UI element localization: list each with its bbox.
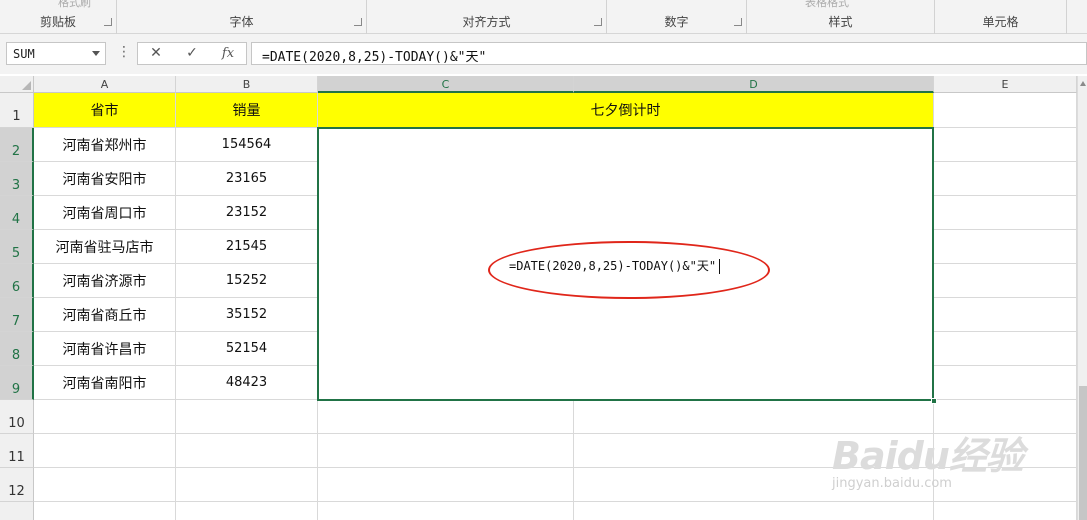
ribbon-group-label: 字体	[229, 15, 254, 29]
red-ellipse-annotation	[488, 241, 770, 299]
cell-empty[interactable]	[934, 332, 1077, 366]
merged-cell-c2-d9-active[interactable]: =DATE(2020,8,25)-TODAY()&"天"	[317, 127, 937, 404]
row-header[interactable]: 8	[0, 332, 34, 366]
ribbon-group-label: 对齐方式	[462, 15, 511, 29]
cell-c1-merged-header[interactable]: 七夕倒计时	[318, 93, 934, 128]
ribbon-group-styles[interactable]: 表格格式 样式	[747, 0, 935, 34]
cell-sales[interactable]: 23152	[176, 196, 318, 230]
scrollbar-thumb[interactable]	[1079, 386, 1087, 520]
row-header[interactable]: 7	[0, 298, 34, 332]
row-header[interactable]: 12	[0, 468, 34, 502]
cell-city[interactable]: 河南省驻马店市	[34, 230, 176, 264]
cell-empty[interactable]	[318, 502, 574, 520]
formula-bar-row: SUM ⋮ ✕ ✓ fx =DATE(2020,8,25)-TODAY()&"天…	[0, 34, 1087, 74]
cell-empty[interactable]	[574, 502, 934, 520]
dialog-launcher-icon[interactable]	[734, 18, 742, 26]
cell-empty[interactable]	[934, 93, 1077, 128]
formula-input[interactable]: =DATE(2020,8,25)-TODAY()&"天"	[251, 42, 1087, 65]
cell-sales[interactable]: 23165	[176, 162, 318, 196]
cell-empty[interactable]	[934, 196, 1077, 230]
column-header-a[interactable]: A	[34, 76, 176, 93]
insert-function-icon[interactable]: fx	[210, 43, 246, 64]
ribbon-group-label: 剪贴板	[39, 15, 76, 29]
cell-sales[interactable]: 35152	[176, 298, 318, 332]
watermark-logo: Baidu经验	[832, 434, 1024, 478]
cell-sales[interactable]: 52154	[176, 332, 318, 366]
cell-empty[interactable]	[176, 502, 318, 520]
cell-empty[interactable]	[318, 434, 574, 468]
ribbon-group-number[interactable]: 数字	[607, 0, 747, 34]
vertical-scrollbar[interactable]	[1077, 76, 1087, 520]
dialog-launcher-icon[interactable]	[594, 18, 602, 26]
cell-sales[interactable]: 21545	[176, 230, 318, 264]
cell-sales[interactable]: 48423	[176, 366, 318, 400]
row-header[interactable]: 1	[0, 93, 34, 128]
cell-sales[interactable]: 154564	[176, 128, 318, 162]
row-header[interactable]: 6	[0, 264, 34, 298]
column-header-b[interactable]: B	[176, 76, 318, 93]
enter-icon[interactable]: ✓	[174, 43, 210, 64]
ribbon-faded-format-painter: 格式刷	[58, 0, 91, 9]
ribbon-group-cells[interactable]: 单元格	[935, 0, 1067, 34]
cell-empty[interactable]	[34, 400, 176, 434]
cell-empty[interactable]	[34, 434, 176, 468]
formula-buttons: ✕ ✓ fx	[137, 42, 247, 65]
fill-handle[interactable]	[931, 398, 937, 404]
cell-city[interactable]: 河南省许昌市	[34, 332, 176, 366]
cell-city[interactable]: 河南省周口市	[34, 196, 176, 230]
cell-empty[interactable]	[34, 468, 176, 502]
cell-empty[interactable]	[318, 468, 574, 502]
scroll-up-icon[interactable]	[1080, 81, 1086, 86]
ribbon-faded-table-format: 表格格式	[805, 0, 849, 9]
cell-city[interactable]: 河南省南阳市	[34, 366, 176, 400]
more-options-icon[interactable]: ⋮	[117, 44, 131, 60]
cell-city[interactable]: 河南省商丘市	[34, 298, 176, 332]
row-header[interactable]: 10	[0, 400, 34, 434]
cell-empty[interactable]	[934, 162, 1077, 196]
select-all-corner[interactable]	[0, 76, 34, 93]
column-header-e[interactable]: E	[934, 76, 1077, 93]
cell-b1-header[interactable]: 销量	[176, 93, 318, 128]
baidu-watermark: Baidu经验 jingyan.baidu.com	[832, 425, 1024, 491]
cell-empty[interactable]	[176, 400, 318, 434]
row-header[interactable]: 5	[0, 230, 34, 264]
row-header[interactable]: 3	[0, 162, 34, 196]
ribbon-group-label: 单元格	[982, 15, 1019, 29]
row-header[interactable]: 9	[0, 366, 34, 400]
cell-empty[interactable]	[934, 502, 1077, 520]
dialog-launcher-icon[interactable]	[354, 18, 362, 26]
column-header-c[interactable]: C	[318, 76, 574, 93]
cell-city[interactable]: 河南省安阳市	[34, 162, 176, 196]
cell-empty[interactable]	[34, 502, 176, 520]
cell-empty[interactable]	[934, 264, 1077, 298]
cell-city[interactable]: 河南省郑州市	[34, 128, 176, 162]
column-header-d[interactable]: D	[574, 76, 934, 93]
name-box-value: SUM	[13, 47, 35, 61]
cell-empty[interactable]	[318, 400, 574, 434]
ribbon-group-clipboard[interactable]: 格式刷 剪贴板	[0, 0, 117, 34]
cell-empty[interactable]	[934, 366, 1077, 400]
cell-empty[interactable]	[934, 128, 1077, 162]
ribbon-group-font[interactable]: 字体	[117, 0, 367, 34]
ribbon-group-label: 样式	[828, 15, 853, 29]
ribbon: 格式刷 剪贴板 字体 对齐方式 数字 表格格式 样式 单元格	[0, 0, 1087, 34]
cell-empty[interactable]	[176, 468, 318, 502]
cell-sales[interactable]: 15252	[176, 264, 318, 298]
chevron-down-icon[interactable]	[92, 51, 100, 56]
cell-empty[interactable]	[934, 230, 1077, 264]
cancel-icon[interactable]: ✕	[138, 43, 174, 64]
ribbon-group-alignment[interactable]: 对齐方式	[367, 0, 607, 34]
ribbon-group-label: 数字	[664, 15, 689, 29]
cell-empty[interactable]	[176, 434, 318, 468]
cell-a1-header[interactable]: 省市	[34, 93, 176, 128]
select-all-icon	[22, 81, 31, 90]
row-header[interactable]: 11	[0, 434, 34, 468]
cell-empty[interactable]	[934, 298, 1077, 332]
dialog-launcher-icon[interactable]	[104, 18, 112, 26]
name-box[interactable]: SUM	[6, 42, 106, 65]
cell-city[interactable]: 河南省济源市	[34, 264, 176, 298]
row-header[interactable]: 2	[0, 128, 34, 162]
row-header[interactable]: 4	[0, 196, 34, 230]
row-header[interactable]	[0, 502, 34, 520]
